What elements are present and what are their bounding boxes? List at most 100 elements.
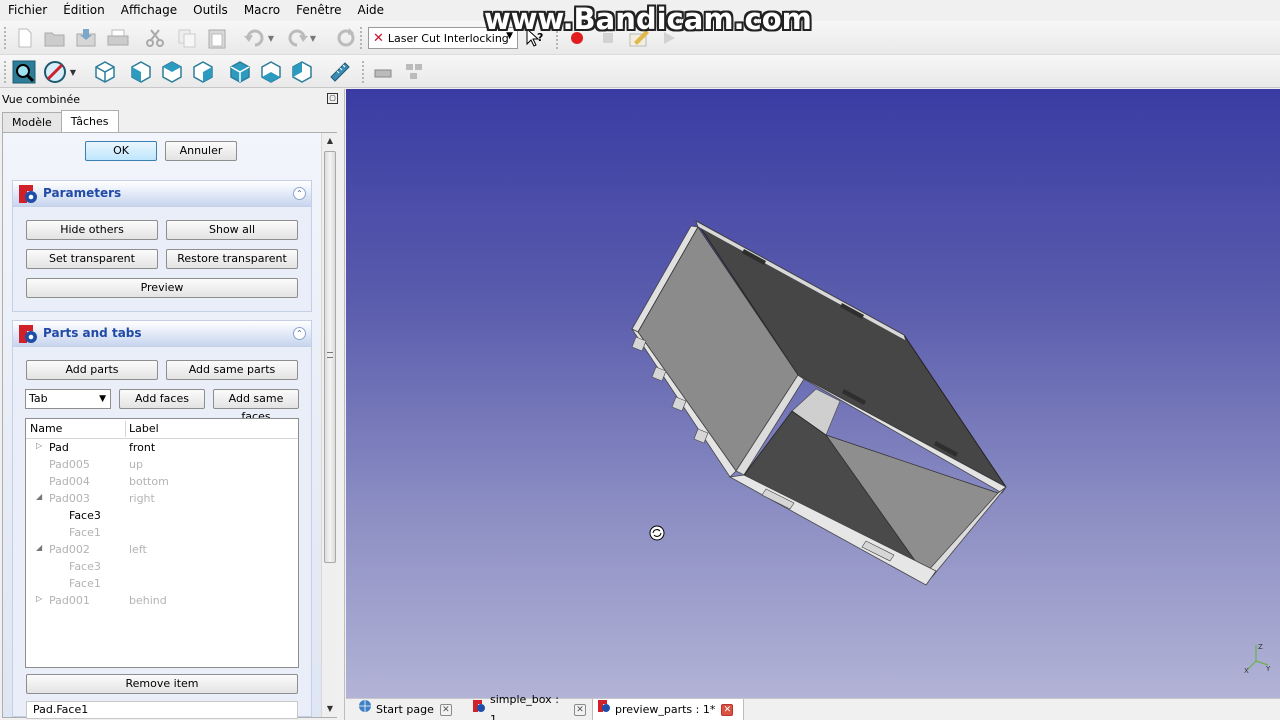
tree-row-label: bottom (129, 475, 169, 488)
tree-row-name: Face3 (69, 509, 101, 522)
tree-row-name: Pad001 (49, 594, 90, 607)
right-view-icon[interactable] (191, 60, 215, 84)
tree-row[interactable]: Face1 (26, 575, 298, 592)
top-view-icon[interactable] (160, 60, 184, 84)
parameters-section: Parameters ⌃ Hide others Show all Set tr… (12, 180, 312, 312)
menu-fenetre[interactable]: Fenêtre (288, 0, 349, 20)
tree-row[interactable]: Face3 (26, 507, 298, 524)
add-parts-button[interactable]: Add parts (26, 360, 158, 380)
refresh-icon[interactable] (334, 26, 358, 50)
copy-icon[interactable] (175, 26, 199, 50)
toolbar-grip[interactable] (360, 27, 364, 49)
parts-header[interactable]: Parts and tabs ⌃ (13, 321, 311, 347)
close-icon[interactable]: ✕ (721, 703, 734, 716)
parts-tree[interactable]: Name Label ▷ Pad front Pad005 up Pad004 bottom… (25, 418, 299, 668)
scrollbar-thumb[interactable] (324, 151, 336, 563)
tab-start-page[interactable]: Start page ✕ (354, 699, 458, 720)
collapse-arrow-icon[interactable]: ◢ (36, 543, 42, 552)
selection-field: Pad.Face1 (26, 701, 298, 719)
draw-style-dropdown-icon[interactable]: ▼ (66, 60, 80, 84)
tree-row-name: Pad005 (49, 458, 90, 471)
tab-preview-parts[interactable]: preview_parts : 1* ✕ (592, 699, 744, 720)
tree-row[interactable]: Face3 (26, 558, 298, 575)
close-icon[interactable]: ✕ (439, 703, 452, 716)
paste-icon[interactable] (205, 26, 229, 50)
tree-row[interactable]: Pad005 up (26, 456, 298, 473)
rear-view-icon[interactable] (228, 60, 252, 84)
tree-row-name: Face1 (69, 577, 101, 590)
set-transparent-button[interactable]: Set transparent (26, 249, 158, 269)
front-view-icon[interactable] (129, 60, 153, 84)
tree-row-name: Face3 (69, 560, 101, 573)
restore-transparent-button[interactable]: Restore transparent (166, 249, 298, 269)
add-faces-button[interactable]: Add faces (119, 389, 205, 409)
measure-icon[interactable] (328, 60, 352, 84)
column-name[interactable]: Name (30, 422, 62, 435)
menu-fichier[interactable]: Fichier (0, 0, 55, 20)
document-tabs: Start page ✕ simple_box : 1 ✕ preview_pa… (346, 693, 1280, 720)
open-icon[interactable] (43, 26, 67, 50)
link-type-value: Tab (29, 392, 48, 405)
hide-others-button[interactable]: Hide others (26, 220, 158, 240)
close-icon[interactable]: ✕ (574, 703, 586, 716)
redo-dropdown-icon[interactable]: ▼ (306, 26, 320, 50)
menu-macro[interactable]: Macro (236, 0, 288, 20)
toolbar-grip[interactable] (4, 27, 8, 49)
cut-icon[interactable] (143, 26, 167, 50)
tree-row[interactable]: Face1 (26, 524, 298, 541)
part-icon[interactable] (371, 60, 395, 84)
tree-row[interactable]: ▷ Pad001 behind (26, 592, 298, 609)
3d-viewport[interactable]: X Y Z (346, 89, 1280, 698)
svg-text:Y: Y (1265, 665, 1271, 673)
draw-style-icon[interactable] (43, 60, 67, 84)
cancel-button[interactable]: Annuler (165, 141, 237, 161)
isometric-view-icon[interactable] (93, 60, 117, 84)
tab-taches[interactable]: Tâches (60, 110, 119, 132)
print-icon[interactable] (106, 26, 130, 50)
bottom-view-icon[interactable] (259, 60, 283, 84)
scroll-up-icon[interactable]: ▲ (322, 133, 338, 149)
parameters-header[interactable]: Parameters ⌃ (13, 181, 311, 207)
collapse-icon[interactable]: ⌃ (293, 327, 306, 340)
task-area: OK Annuler Parameters ⌃ Hide others Show… (3, 133, 321, 719)
remove-item-button[interactable]: Remove item (26, 674, 298, 694)
box-model[interactable] (346, 89, 1280, 698)
menu-affichage[interactable]: Affichage (113, 0, 185, 20)
float-panel-icon[interactable]: ▢ (327, 93, 338, 104)
column-label[interactable]: Label (129, 422, 159, 435)
show-all-button[interactable]: Show all (166, 220, 298, 240)
group-icon[interactable] (402, 60, 426, 84)
expand-arrow-icon[interactable]: ▷ (36, 594, 42, 603)
tab-simple-box[interactable]: simple_box : 1 ✕ (468, 693, 586, 720)
tree-row-name: Pad003 (49, 492, 90, 505)
menu-aide[interactable]: Aide (350, 0, 393, 20)
panel-title: Vue combinée (2, 93, 81, 106)
ok-button[interactable]: OK (85, 141, 157, 161)
link-type-select[interactable]: Tab ▼ (25, 389, 111, 409)
tree-row[interactable]: Pad004 bottom (26, 473, 298, 490)
expand-arrow-icon[interactable]: ▷ (36, 441, 42, 450)
toolbar-grip[interactable] (362, 61, 366, 83)
left-view-icon[interactable] (290, 60, 314, 84)
fit-all-icon[interactable] (12, 60, 36, 84)
tree-row-name: Face1 (69, 526, 101, 539)
collapse-icon[interactable]: ⌃ (293, 187, 306, 200)
tree-row[interactable]: ◢ Pad002 left (26, 541, 298, 558)
new-icon[interactable] (13, 26, 37, 50)
tree-row[interactable]: ▷ Pad front (26, 439, 298, 456)
undo-dropdown-icon[interactable]: ▼ (264, 26, 278, 50)
tab-modele[interactable]: Modèle (2, 112, 62, 132)
preview-button[interactable]: Preview (26, 278, 298, 298)
laser-cut-icon: ✕ (373, 30, 384, 46)
add-same-faces-button[interactable]: Add same faces (213, 389, 299, 423)
save-icon[interactable] (74, 26, 98, 50)
scroll-down-icon[interactable]: ▼ (322, 701, 338, 717)
add-same-parts-button[interactable]: Add same parts (166, 360, 298, 380)
menu-edition[interactable]: Édition (55, 0, 113, 20)
collapse-arrow-icon[interactable]: ◢ (36, 492, 42, 501)
panel-scrollbar[interactable]: ▲ ▼ (321, 133, 337, 717)
toolbar-grip[interactable] (4, 61, 8, 83)
globe-icon (358, 699, 372, 720)
tree-row[interactable]: ◢ Pad003 right (26, 490, 298, 507)
menu-outils[interactable]: Outils (185, 0, 236, 20)
